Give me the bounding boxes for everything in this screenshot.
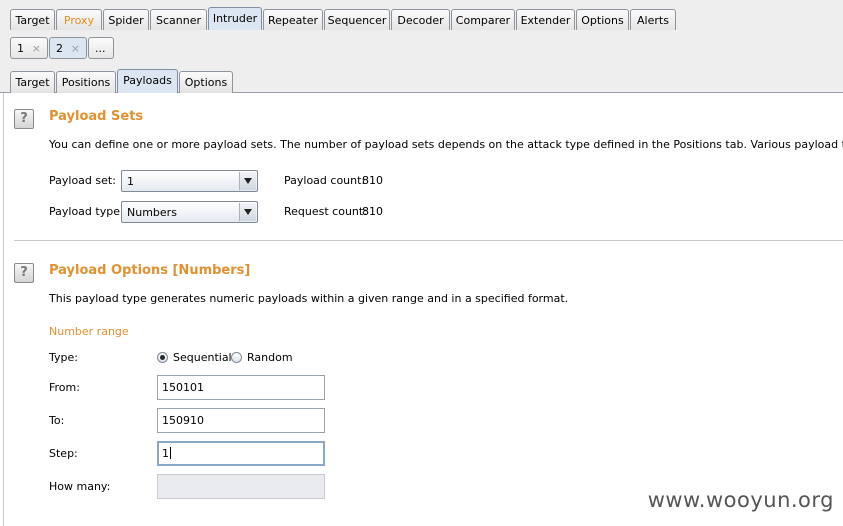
sequential-radio[interactable]: [157, 352, 168, 363]
tab-intruder[interactable]: Intruder: [208, 7, 262, 31]
payload-sets-title: Payload Sets: [49, 109, 144, 124]
to-input[interactable]: 150910: [157, 408, 325, 433]
tab-scanner[interactable]: Scanner: [150, 9, 207, 31]
random-label[interactable]: Random: [247, 351, 293, 364]
payload-count-value: 810: [362, 174, 383, 187]
chevron-down-icon[interactable]: [239, 203, 256, 221]
payload-set-select[interactable]: 1: [121, 170, 258, 192]
from-input[interactable]: 150101: [157, 375, 325, 400]
attack-tab-label: 1: [17, 42, 24, 55]
tab-spider[interactable]: Spider: [103, 9, 149, 31]
chevron-down-icon[interactable]: [239, 172, 256, 190]
tab-intruder-target[interactable]: Target: [10, 71, 55, 93]
new-attack-tab[interactable]: ...: [88, 37, 114, 59]
step-label: Step:: [49, 447, 78, 460]
sequential-label[interactable]: Sequential: [173, 351, 232, 364]
type-label: Type:: [49, 351, 78, 364]
attack-tab-2[interactable]: 2 ×: [49, 37, 87, 59]
tab-target[interactable]: Target: [10, 9, 55, 31]
intruder-tab-bar: Target Positions Payloads Options: [0, 62, 843, 93]
tab-payloads[interactable]: Payloads: [117, 69, 178, 93]
payload-set-value: 1: [127, 175, 134, 188]
tab-repeater[interactable]: Repeater: [263, 9, 323, 31]
payload-count-label: Payload count:: [284, 174, 366, 187]
attack-tab-bar: 1 × 2 × ...: [0, 30, 843, 63]
payload-options-title: Payload Options [Numbers]: [49, 263, 251, 278]
section-divider: [14, 240, 843, 241]
attack-tab-1[interactable]: 1 ×: [10, 37, 48, 59]
tab-comparer[interactable]: Comparer: [451, 9, 515, 31]
main-tab-bar: Target Proxy Spider Scanner Intruder Rep…: [0, 0, 843, 31]
tab-sequencer[interactable]: Sequencer: [324, 9, 390, 31]
tab-proxy[interactable]: Proxy: [56, 9, 102, 31]
tab-options[interactable]: Options: [576, 9, 629, 31]
number-range-heading: Number range: [49, 325, 129, 338]
tab-decoder[interactable]: Decoder: [391, 9, 450, 31]
from-label: From:: [49, 381, 80, 394]
random-radio[interactable]: [231, 352, 242, 363]
payload-type-select[interactable]: Numbers: [121, 201, 258, 223]
tab-intruder-options[interactable]: Options: [179, 71, 233, 93]
close-icon[interactable]: ×: [32, 38, 41, 60]
how-many-label: How many:: [49, 480, 111, 493]
payload-type-value: Numbers: [127, 206, 177, 219]
request-count-value: 810: [362, 205, 383, 218]
payload-set-label: Payload set:: [49, 174, 116, 187]
attack-tab-label: 2: [56, 42, 63, 55]
payload-sets-description: You can define one or more payload sets.…: [49, 138, 843, 151]
payload-type-label: Payload type:: [49, 205, 124, 218]
payload-options-description: This payload type generates numeric payl…: [49, 292, 569, 305]
request-count-label: Request count:: [284, 205, 367, 218]
step-value: 1: [162, 447, 169, 460]
text-caret: [170, 447, 171, 459]
to-label: To:: [49, 414, 65, 427]
payloads-panel: ? Payload Sets You can define one or mor…: [3, 93, 843, 526]
burp-window: Target Proxy Spider Scanner Intruder Rep…: [0, 0, 843, 526]
tab-alerts[interactable]: Alerts: [630, 9, 676, 31]
tab-positions[interactable]: Positions: [56, 71, 116, 93]
step-input[interactable]: 1: [157, 441, 325, 466]
help-icon[interactable]: ?: [14, 109, 34, 129]
close-icon[interactable]: ×: [71, 38, 80, 60]
how-many-input: [157, 474, 325, 499]
watermark-text: www.wooyun.org: [647, 488, 834, 512]
tab-extender[interactable]: Extender: [516, 9, 575, 31]
help-icon[interactable]: ?: [14, 263, 34, 283]
